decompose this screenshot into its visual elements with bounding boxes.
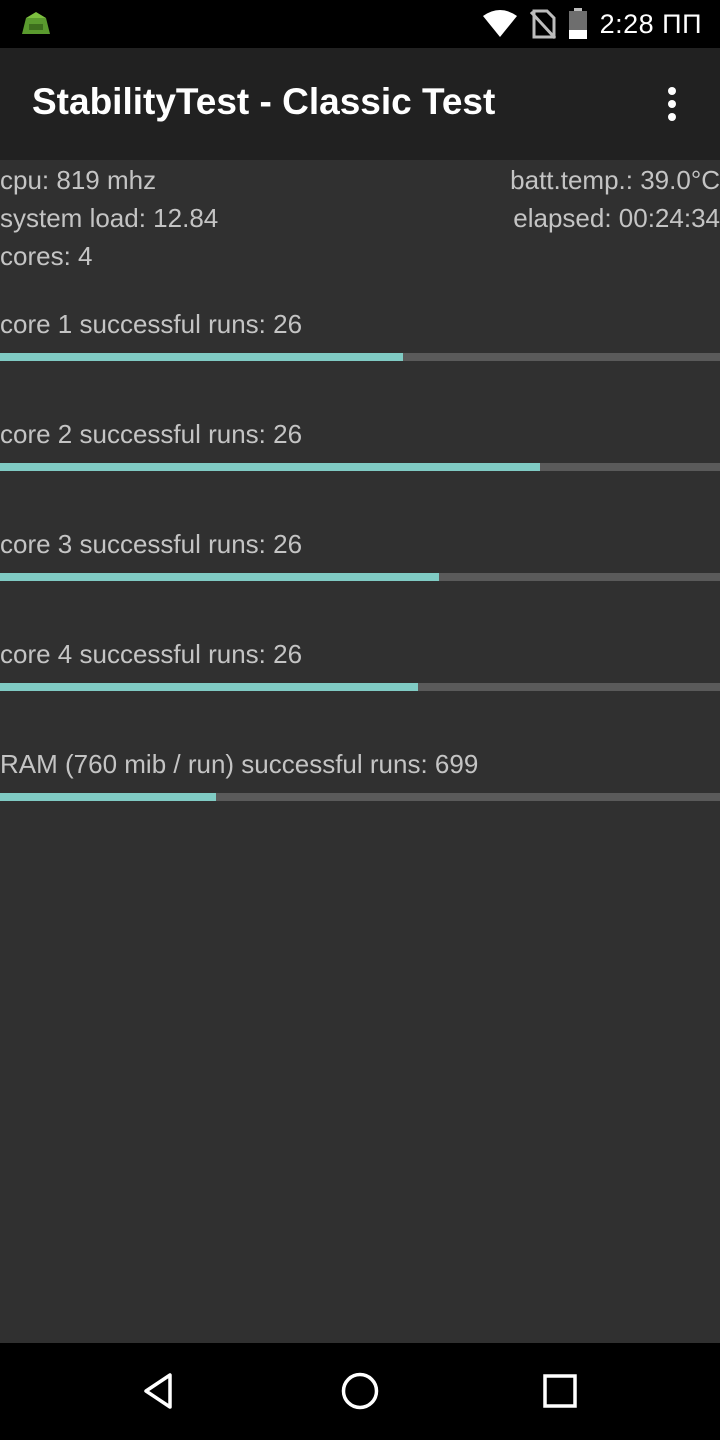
progress-bar <box>0 793 720 801</box>
more-vert-icon[interactable] <box>652 84 692 124</box>
test-label: RAM (760 mib / run) successful runs: 699 <box>0 749 479 779</box>
status-bar: 2:28 ПП <box>0 0 720 48</box>
test-label: core 1 successful runs: 26 <box>0 309 303 339</box>
battery-icon <box>568 8 587 39</box>
content-area: cpu: 819 mhz batt.temp.: 39.0°C system l… <box>0 160 720 1343</box>
battery-temperature: batt.temp.: 39.0°C <box>510 165 720 195</box>
test-core-3: core 3 successful runs: 26 <box>0 529 720 639</box>
app-notification-icon <box>22 12 50 34</box>
wifi-icon <box>482 10 517 37</box>
home-icon[interactable] <box>336 1367 384 1415</box>
progress-bar <box>0 683 720 691</box>
test-core-1: core 1 successful runs: 26 <box>0 309 720 419</box>
navigation-bar <box>0 1343 720 1440</box>
progress-bar <box>0 573 720 581</box>
test-ram: RAM (760 mib / run) successful runs: 699 <box>0 749 720 859</box>
progress-fill <box>0 353 404 361</box>
progress-fill <box>0 683 418 691</box>
status-time: 2:28 ПП <box>599 8 702 39</box>
elapsed-time: elapsed: 00:24:34 <box>513 203 720 233</box>
system-load: system load: 12.84 <box>0 203 219 233</box>
back-icon[interactable] <box>136 1367 184 1415</box>
cpu-frequency: cpu: 819 mhz <box>0 165 157 195</box>
cores-count: cores: 4 <box>0 241 93 271</box>
progress-fill <box>0 573 440 581</box>
info-row-cores: cores: 4 <box>0 241 720 279</box>
test-label: core 4 successful runs: 26 <box>0 639 303 669</box>
progress-fill <box>0 793 216 801</box>
screen: 2:28 ПП StabilityTest - Classic Test cpu… <box>0 0 720 1440</box>
test-core-2: core 2 successful runs: 26 <box>0 419 720 529</box>
info-row-load: system load: 12.84 elapsed: 00:24:34 <box>0 203 720 241</box>
app-bar: StabilityTest - Classic Test <box>0 48 720 160</box>
test-label: core 3 successful runs: 26 <box>0 529 303 559</box>
progress-bar <box>0 463 720 471</box>
info-row-cpu: cpu: 819 mhz batt.temp.: 39.0°C <box>0 165 720 203</box>
app-title: StabilityTest - Classic Test <box>32 81 496 122</box>
test-core-4: core 4 successful runs: 26 <box>0 639 720 749</box>
no-sim-icon <box>529 9 556 39</box>
recents-icon[interactable] <box>536 1367 584 1415</box>
test-label: core 2 successful runs: 26 <box>0 419 303 449</box>
progress-fill <box>0 463 540 471</box>
progress-bar <box>0 353 720 361</box>
